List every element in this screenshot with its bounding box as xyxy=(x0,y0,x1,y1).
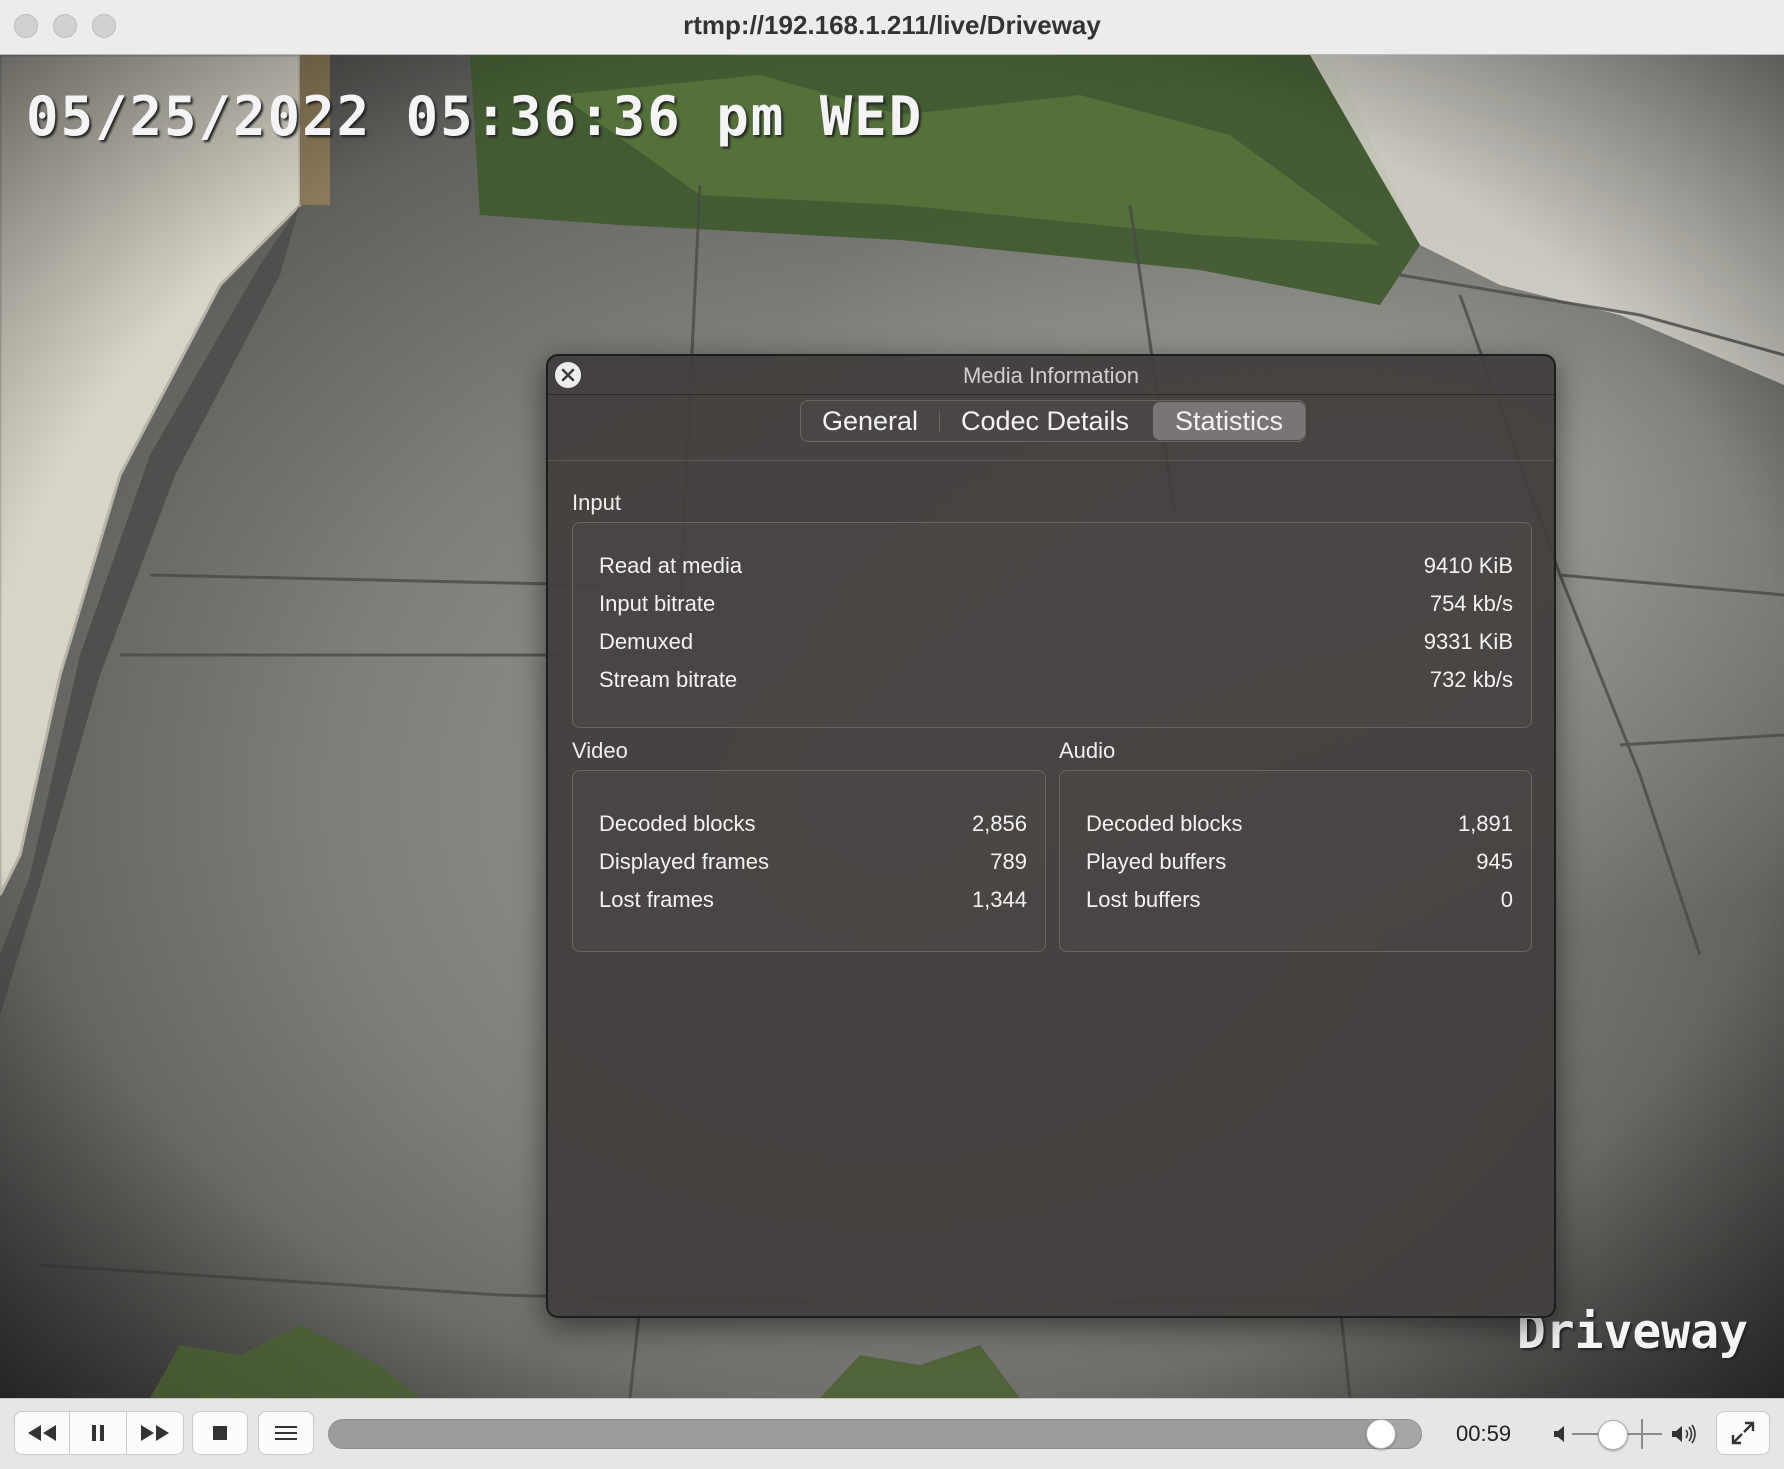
audio-section-label: Audio xyxy=(1059,738,1116,763)
stat-label: Input bitrate xyxy=(599,591,716,616)
tab-bar: General Codec Details Statistics xyxy=(800,400,1306,442)
tab-statistics[interactable]: Statistics xyxy=(1153,402,1305,440)
stop-button[interactable] xyxy=(192,1411,248,1455)
stat-row: Read at media 9410 KiB xyxy=(599,553,1513,583)
input-section-label: Input xyxy=(572,490,621,515)
panel-title: Media Information xyxy=(962,363,1140,388)
pause-button[interactable] xyxy=(69,1411,127,1455)
seek-knob[interactable] xyxy=(1366,1419,1396,1449)
fullscreen-button[interactable] xyxy=(1716,1411,1770,1455)
stat-label: Stream bitrate xyxy=(599,667,738,692)
rewind-icon xyxy=(28,1425,56,1441)
fast-forward-button[interactable] xyxy=(126,1411,184,1455)
stat-row: Lost frames 1,344 xyxy=(599,887,1027,917)
stat-row: Stream bitrate 732 kb/s xyxy=(599,667,1513,697)
stop-icon xyxy=(213,1426,227,1440)
playlist-button[interactable] xyxy=(258,1411,314,1455)
input-stats-box: Read at media 9410 KiB Input bitrate 754… xyxy=(572,522,1532,728)
stat-label: Lost frames xyxy=(599,887,714,912)
stat-row: Decoded blocks 2,856 xyxy=(599,811,1027,841)
tab-codec-details[interactable]: Codec Details xyxy=(940,401,1150,441)
window-title: rtmp://192.168.1.211/live/Driveway xyxy=(683,10,1101,40)
stat-label: Displayed frames xyxy=(599,849,769,874)
stat-row: Input bitrate 754 kb/s xyxy=(599,591,1513,621)
stat-label: Played buffers xyxy=(1086,849,1227,874)
stat-value: 732 kb/s xyxy=(1429,667,1513,692)
stat-value: 9410 KiB xyxy=(1423,553,1513,578)
osd-timestamp: 05/25/2022 05:36:36 pm WED xyxy=(26,85,924,148)
stat-value: 2,856 xyxy=(971,811,1027,836)
audio-stats-box: Decoded blocks 1,891 Played buffers 945 … xyxy=(1059,770,1532,952)
pause-icon xyxy=(92,1425,104,1441)
video-stats-box: Decoded blocks 2,856 Displayed frames 78… xyxy=(572,770,1046,952)
stat-label: Read at media xyxy=(599,553,743,578)
window-titlebar: rtmp://192.168.1.211/live/Driveway xyxy=(0,0,1784,55)
stat-row: Displayed frames 789 xyxy=(599,849,1027,879)
stat-row: Decoded blocks 1,891 xyxy=(1086,811,1513,841)
stat-label: Lost buffers xyxy=(1086,887,1201,912)
stat-value: 789 xyxy=(990,849,1027,874)
panel-header: Media Information xyxy=(548,356,1554,395)
fullscreen-icon xyxy=(1731,1421,1755,1445)
stat-value: 945 xyxy=(1476,849,1513,874)
stat-row: Lost buffers 0 xyxy=(1086,887,1513,917)
volume-knob[interactable] xyxy=(1598,1420,1628,1450)
stat-label: Decoded blocks xyxy=(599,811,756,836)
video-section-label: Video xyxy=(572,738,628,763)
elapsed-time: 00:59 xyxy=(1456,1421,1512,1446)
stat-label: Decoded blocks xyxy=(1086,811,1243,836)
tab-general[interactable]: General xyxy=(801,401,939,441)
tabs-divider xyxy=(548,460,1554,461)
stat-value: 754 kb/s xyxy=(1429,591,1513,616)
playlist-icon xyxy=(275,1426,297,1440)
volume-mute-icon[interactable] xyxy=(1552,1423,1570,1445)
media-information-panel: Media Information General Codec Details … xyxy=(546,354,1556,1318)
playback-controls: 00:59 xyxy=(0,1398,1784,1469)
seek-bar[interactable] xyxy=(328,1419,1422,1449)
seek-progress-fill xyxy=(329,1420,1381,1448)
stat-label: Demuxed xyxy=(599,629,694,654)
stat-row: Played buffers 945 xyxy=(1086,849,1513,879)
stat-value: 1,344 xyxy=(971,887,1027,912)
stat-value: 0 xyxy=(1500,887,1513,912)
rewind-button[interactable] xyxy=(14,1411,70,1455)
volume-max-icon[interactable] xyxy=(1670,1423,1698,1445)
fast-forward-icon xyxy=(141,1425,169,1441)
stat-value: 1,891 xyxy=(1457,811,1513,836)
stat-row: Demuxed 9331 KiB xyxy=(599,629,1513,659)
stat-value: 9331 KiB xyxy=(1423,629,1513,654)
volume-max-marker xyxy=(1641,1419,1643,1449)
